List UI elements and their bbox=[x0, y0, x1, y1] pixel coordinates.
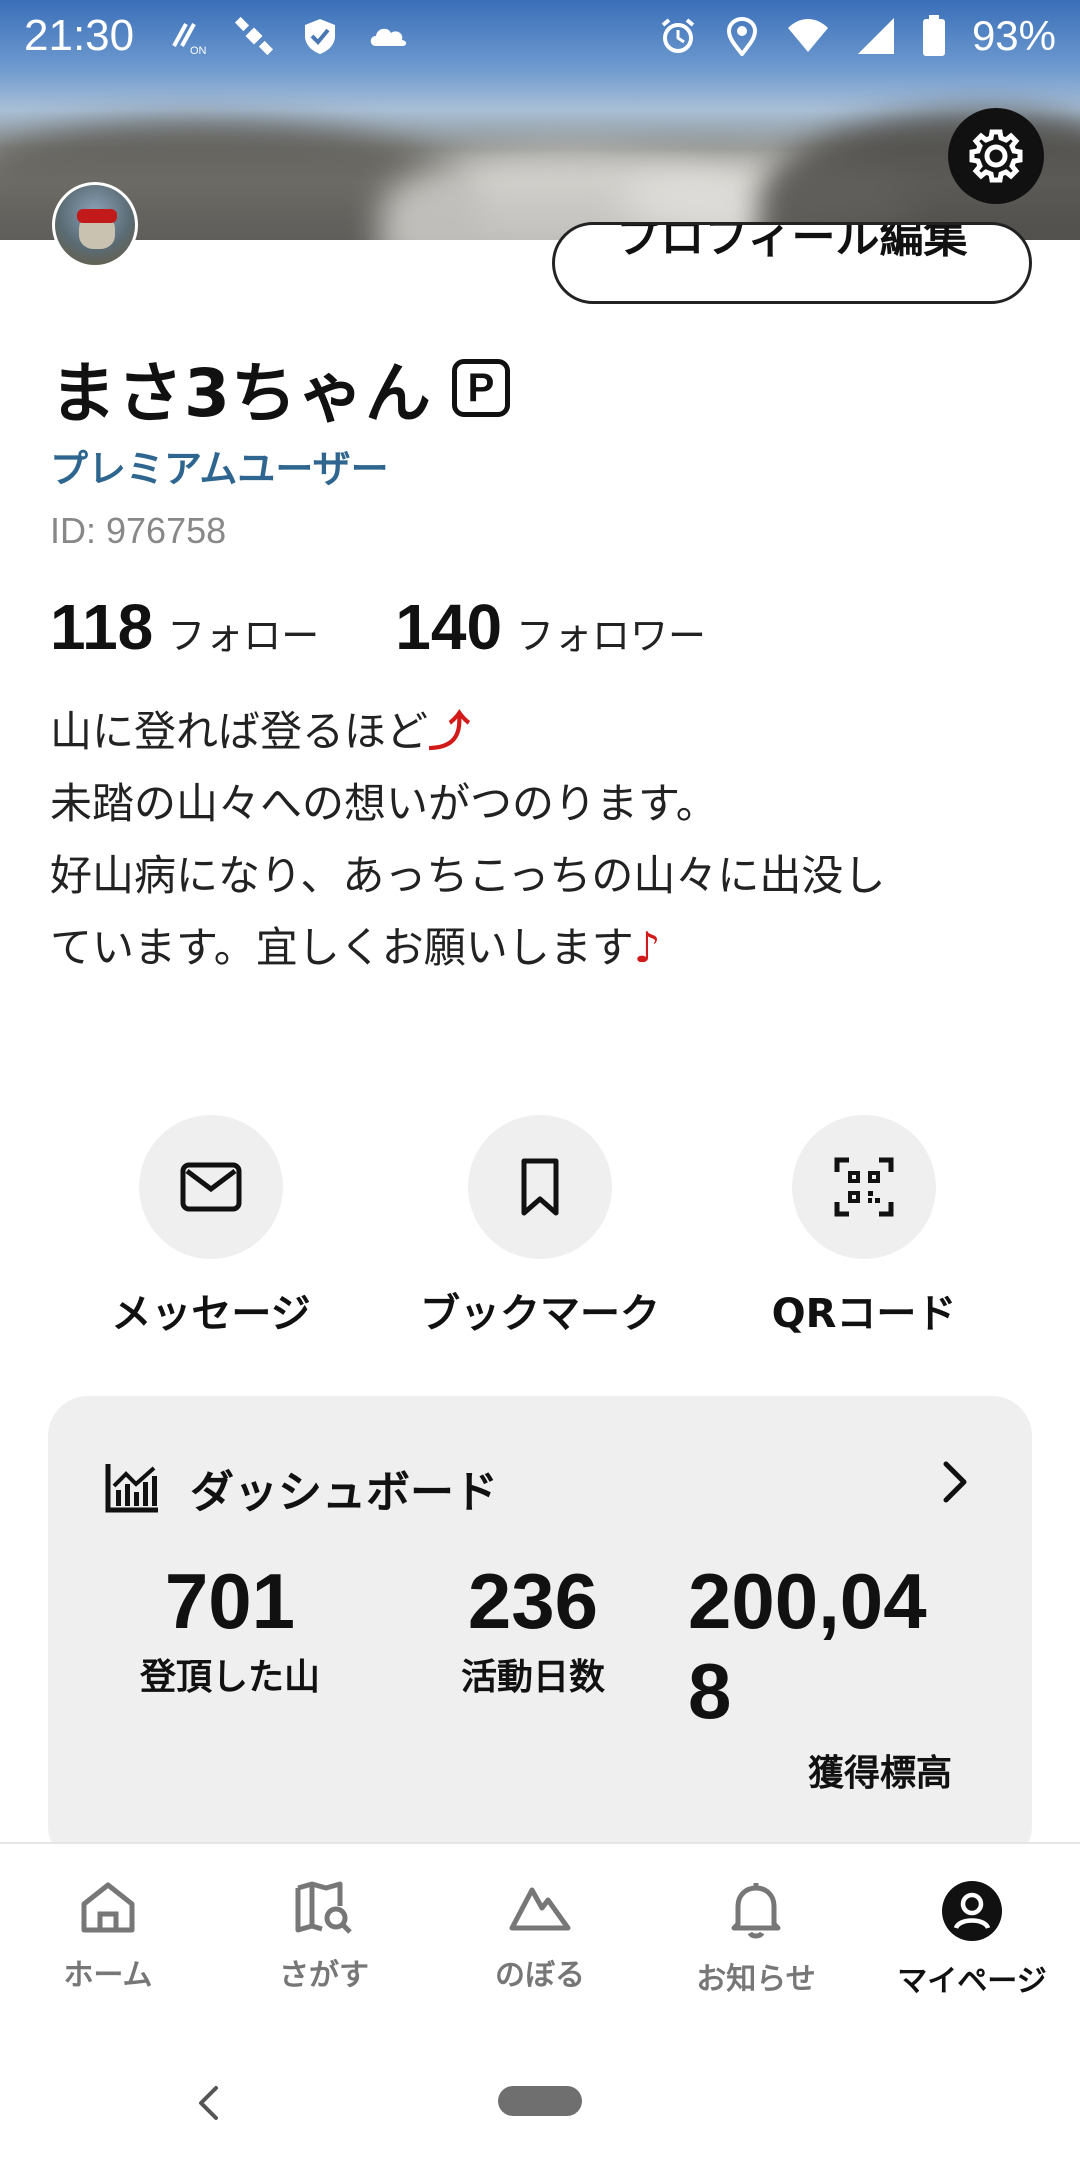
bio-line-3: 好山病になり、あっちこっちの山々に出没し bbox=[50, 851, 886, 900]
nav-search-label: さがす bbox=[279, 1958, 369, 1993]
nav-climb[interactable]: のぼる bbox=[440, 1880, 640, 1994]
chevron-right-icon bbox=[943, 1461, 967, 1503]
map-search-icon bbox=[295, 1881, 352, 1934]
home-pill-button[interactable] bbox=[498, 2086, 582, 2116]
following-label[interactable]: フォロー bbox=[167, 605, 319, 660]
signal-icon bbox=[857, 18, 894, 54]
arrow-up-icon: ⤴ bbox=[428, 707, 471, 756]
dashboard-card[interactable]: ダッシュボード 701 登頂した山 236 活動日数 200,04 8 獲得標高 bbox=[48, 1396, 1032, 1866]
nav-home[interactable]: ホーム bbox=[8, 1880, 208, 1994]
nfc-on-icon: ON bbox=[172, 23, 207, 56]
satellite-icon bbox=[235, 16, 274, 56]
stat-elevation: 200,04 8 獲得標高 bbox=[688, 1556, 1008, 1796]
nav-search[interactable]: さがす bbox=[224, 1880, 424, 1994]
bookmark-icon bbox=[521, 1158, 559, 1216]
nav-notifications-label: お知らせ bbox=[696, 1962, 816, 1997]
nav-climb-label: のぼる bbox=[495, 1958, 585, 1993]
user-circle-icon bbox=[942, 1881, 1002, 1941]
follow-counts: 118 フォロー 140 フォロワー bbox=[50, 590, 706, 664]
following-count[interactable]: 118 bbox=[50, 590, 153, 664]
status-time: 21:30 bbox=[24, 11, 135, 60]
stat-elevation-label: 獲得標高 bbox=[808, 1753, 953, 1794]
nav-home-label: ホーム bbox=[63, 1958, 153, 1993]
bio-line-4: ています。宜しくお願いします bbox=[50, 923, 634, 972]
bottom-nav: ホーム さがす のぼる お知らせ マイページ bbox=[0, 1844, 1080, 2014]
stat-days-label: 活動日数 bbox=[460, 1657, 605, 1698]
status-bar: 21:30 ON 93% bbox=[0, 0, 1080, 72]
stat-elevation-value-2: 8 bbox=[688, 1647, 732, 1735]
battery-icon bbox=[922, 15, 945, 56]
nav-mypage[interactable]: マイページ bbox=[872, 1880, 1072, 2000]
edit-profile-button[interactable]: プロフィール編集 bbox=[552, 222, 1032, 304]
message-label: メッセージ bbox=[111, 1291, 311, 1337]
avatar[interactable] bbox=[52, 182, 138, 268]
stat-activity-days: 236 活動日数 bbox=[418, 1556, 648, 1700]
profile-bio: 山に登れば登るほど⤴ 未踏の山々への想いがつのります。 好山病になり、あっちこっ… bbox=[50, 696, 1040, 984]
envelope-icon bbox=[180, 1162, 242, 1212]
cloud-icon bbox=[370, 28, 407, 46]
qr-code-button[interactable]: QRコード bbox=[734, 1115, 994, 1339]
bar-chart-icon bbox=[105, 1464, 158, 1513]
mountain-icon bbox=[509, 1887, 571, 1931]
battery-percent: 93% bbox=[971, 12, 1056, 59]
premium-badge-icon: P bbox=[451, 359, 510, 417]
bookmark-label: ブックマーク bbox=[420, 1291, 660, 1337]
svg-text:ON: ON bbox=[190, 45, 207, 56]
stat-days-value: 236 bbox=[467, 1557, 599, 1645]
location-icon bbox=[726, 16, 757, 56]
alarm-icon bbox=[661, 18, 695, 53]
qr-code-icon bbox=[834, 1157, 894, 1217]
settings-button[interactable] bbox=[948, 108, 1044, 204]
nav-notifications[interactable]: お知らせ bbox=[656, 1880, 856, 1998]
wifi-icon bbox=[787, 19, 828, 52]
followers-label[interactable]: フォロワー bbox=[516, 605, 706, 660]
bio-line-1: 山に登れば登るほど bbox=[50, 707, 429, 756]
profile-name-row: まさ3ちゃん P bbox=[50, 340, 510, 436]
back-chevron-icon[interactable] bbox=[196, 2084, 220, 2122]
dashboard-title: ダッシュボード bbox=[190, 1467, 498, 1518]
home-icon bbox=[81, 1882, 135, 1933]
bio-line-2: 未踏の山々への想いがつのります。 bbox=[50, 779, 718, 828]
gear-icon bbox=[969, 129, 1023, 183]
stat-summits: 701 登頂した山 bbox=[110, 1556, 350, 1700]
nav-mypage-label: マイページ bbox=[897, 1964, 1047, 1999]
user-name: まさ3ちゃん bbox=[50, 355, 432, 432]
stat-elevation-value-1: 200,04 bbox=[688, 1557, 927, 1645]
user-id: ID: 976758 bbox=[50, 510, 227, 551]
shield-check-icon bbox=[305, 19, 336, 54]
qr-code-label: QRコード bbox=[771, 1291, 957, 1337]
followers-count[interactable]: 140 bbox=[395, 590, 502, 664]
stat-summits-label: 登頂した山 bbox=[139, 1657, 320, 1698]
stat-summits-value: 701 bbox=[164, 1557, 296, 1645]
membership-label[interactable]: プレミアムユーザー bbox=[50, 438, 389, 493]
message-button[interactable]: メッセージ bbox=[81, 1115, 341, 1339]
music-note-icon: ♪ bbox=[633, 923, 661, 972]
bell-icon bbox=[731, 1883, 781, 1939]
system-nav-bar bbox=[0, 2014, 1080, 2160]
edit-profile-label: プロフィール編集 bbox=[616, 222, 968, 263]
bookmark-button[interactable]: ブックマーク bbox=[410, 1115, 670, 1339]
